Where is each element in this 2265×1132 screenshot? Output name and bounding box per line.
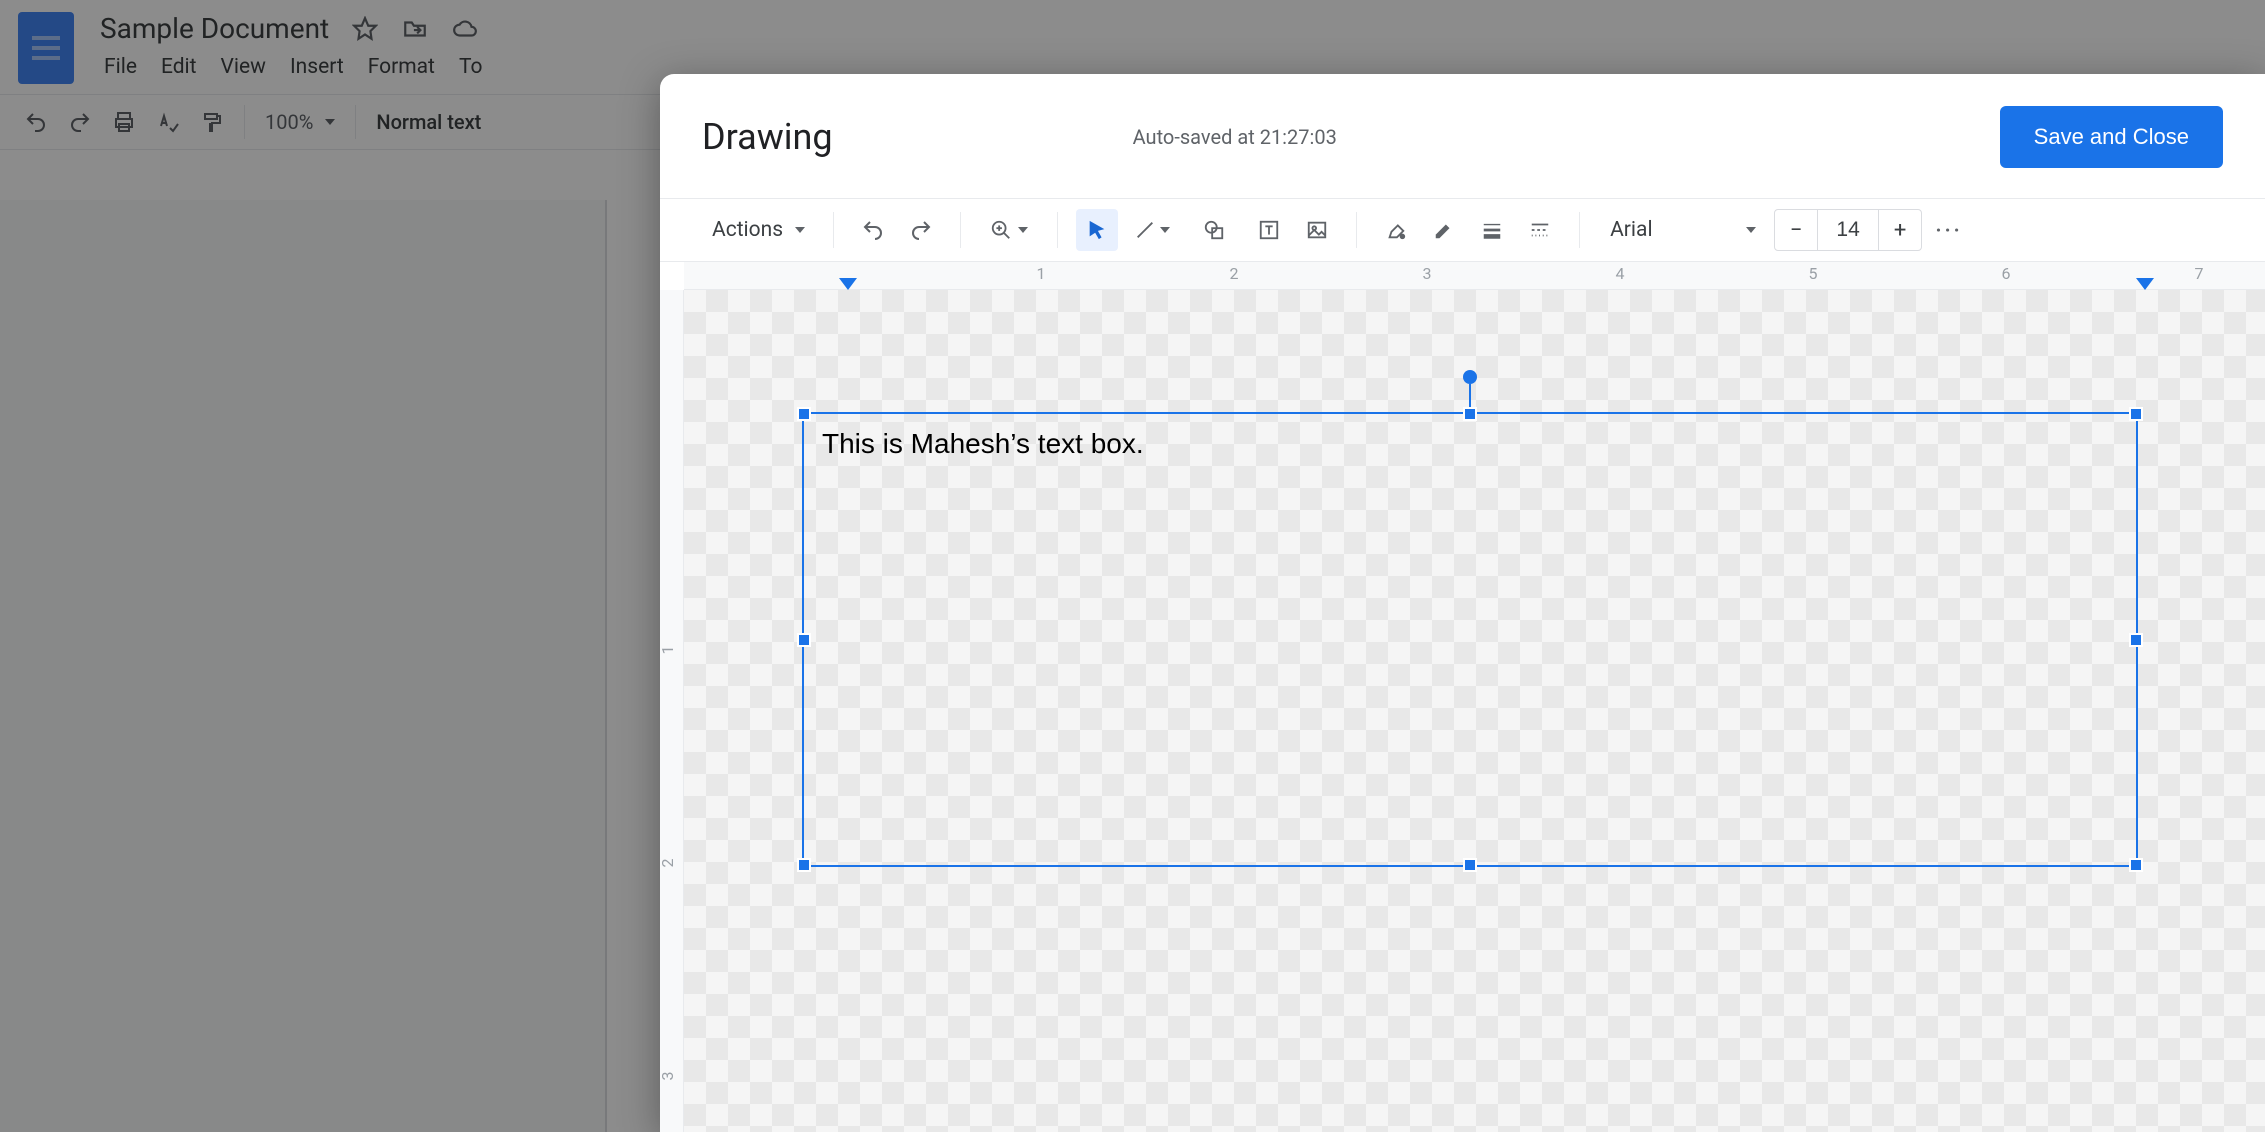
ruler-tick: 2 (1230, 264, 1239, 283)
save-and-close-button[interactable]: Save and Close (2000, 106, 2223, 168)
font-name: Arial (1610, 218, 1652, 242)
line-tool[interactable] (1124, 209, 1180, 251)
indent-marker-left-icon[interactable] (839, 278, 857, 290)
textbox-tool[interactable] (1248, 209, 1290, 251)
ruler-tick: 5 (1809, 264, 1818, 283)
ruler-tick: 1 (658, 646, 677, 655)
drawing-modal: Drawing Auto-saved at 21:27:03 Save and … (660, 74, 2265, 1132)
ruler-tick: 7 (2195, 264, 2204, 283)
border-color-button[interactable] (1423, 209, 1465, 251)
resize-handle-ne[interactable] (2129, 407, 2143, 421)
resize-handle-e[interactable] (2129, 633, 2143, 647)
chevron-down-icon (1746, 227, 1756, 233)
resize-handle-nw[interactable] (797, 407, 811, 421)
resize-handle-n[interactable] (1463, 407, 1477, 421)
textbox-shape[interactable]: This is Mahesh’s text box. (802, 412, 2138, 867)
redo-button[interactable] (900, 209, 942, 251)
border-weight-button[interactable] (1471, 209, 1513, 251)
ruler-tick: 2 (658, 859, 677, 868)
image-tool[interactable] (1296, 209, 1338, 251)
drawing-workspace: 1 2 3 4 5 6 7 1 2 3 This is Mahesh’s tex… (660, 262, 2265, 1132)
select-tool[interactable] (1076, 209, 1118, 251)
actions-label: Actions (712, 218, 783, 242)
drawing-canvas[interactable]: This is Mahesh’s text box. (684, 290, 2265, 1132)
ruler-tick: 1 (1037, 264, 1046, 283)
font-size-stepper[interactable]: − + (1774, 209, 1922, 251)
font-dropdown[interactable]: Arial (1598, 212, 1768, 248)
autosave-status: Auto-saved at 21:27:03 (1133, 125, 1337, 149)
modal-title: Drawing (702, 116, 833, 158)
ruler-horizontal[interactable]: 1 2 3 4 5 6 7 (684, 262, 2265, 290)
font-size-field[interactable] (1817, 210, 1879, 250)
resize-handle-se[interactable] (2129, 858, 2143, 872)
zoom-dropdown[interactable] (979, 209, 1039, 251)
font-size-increase[interactable]: + (1879, 210, 1921, 250)
indent-marker-right-icon[interactable] (2136, 278, 2154, 290)
ruler-tick: 4 (1616, 264, 1625, 283)
chevron-down-icon (1160, 227, 1170, 233)
border-dash-button[interactable] (1519, 209, 1561, 251)
chevron-down-icon (1018, 227, 1028, 233)
ruler-tick: 3 (1423, 264, 1432, 283)
shape-tool[interactable] (1186, 209, 1242, 251)
textbox-content[interactable]: This is Mahesh’s text box. (804, 414, 2136, 474)
ruler-tick: 6 (2002, 264, 2011, 283)
resize-handle-w[interactable] (797, 633, 811, 647)
resize-handle-sw[interactable] (797, 858, 811, 872)
ruler-vertical[interactable]: 1 2 3 (660, 290, 684, 1132)
ruler-tick: 3 (658, 1072, 677, 1081)
font-size-decrease[interactable]: − (1775, 210, 1817, 250)
rotate-handle-icon[interactable] (1463, 370, 1477, 384)
actions-dropdown[interactable]: Actions (702, 210, 815, 250)
fill-color-button[interactable] (1375, 209, 1417, 251)
undo-button[interactable] (852, 209, 894, 251)
drawing-toolbar: Actions (660, 199, 2265, 261)
resize-handle-s[interactable] (1463, 858, 1477, 872)
chevron-down-icon (795, 227, 805, 233)
more-tools-button[interactable]: ··· (1928, 209, 1970, 251)
